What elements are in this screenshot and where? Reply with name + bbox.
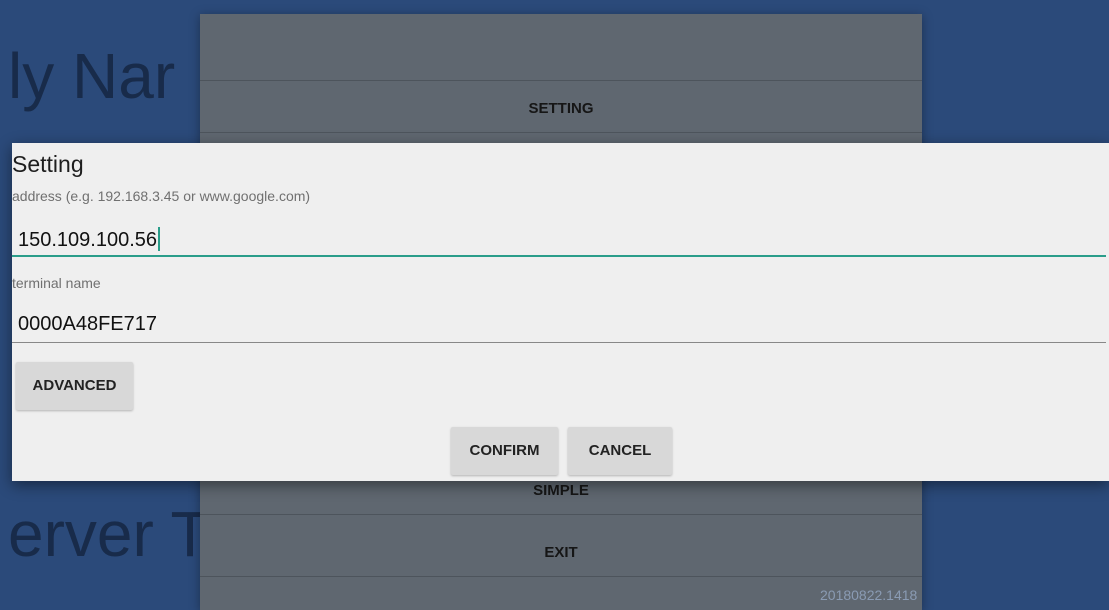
terminal-name-label: terminal name (12, 275, 101, 291)
background-label: erver T (8, 498, 210, 570)
menu-divider (200, 514, 922, 515)
cancel-button[interactable]: CANCEL (568, 427, 672, 475)
advanced-button[interactable]: ADVANCED (16, 362, 133, 410)
address-value-wrap: 150.109.100.56 (18, 227, 161, 252)
background-label: ly Nar (8, 40, 176, 112)
confirm-button[interactable]: CONFIRM (451, 427, 558, 475)
address-underline (12, 255, 1106, 257)
menu-item-simple[interactable]: SIMPLE (200, 482, 922, 499)
terminal-name-underline (12, 342, 1106, 343)
menu-divider (200, 576, 922, 577)
text-caret (158, 227, 161, 251)
terminal-name-value: 0000A48FE717 (18, 313, 158, 335)
menu-divider (200, 80, 922, 81)
setting-dialog: Setting address (e.g. 192.168.3.45 or ww… (12, 143, 1109, 481)
menu-item-exit[interactable]: EXIT (200, 544, 922, 561)
menu-item-setting[interactable]: SETTING (200, 100, 922, 117)
dialog-title: Setting (12, 151, 84, 177)
address-value: 150.109.100.56 (18, 229, 158, 251)
menu-divider (200, 132, 922, 133)
address-input[interactable]: 150.109.100.56 (12, 223, 1106, 257)
version-label: 20180822.1418 (820, 587, 918, 603)
terminal-name-input[interactable]: 0000A48FE717 (12, 309, 1106, 343)
address-label: address (e.g. 192.168.3.45 or www.google… (12, 188, 311, 204)
